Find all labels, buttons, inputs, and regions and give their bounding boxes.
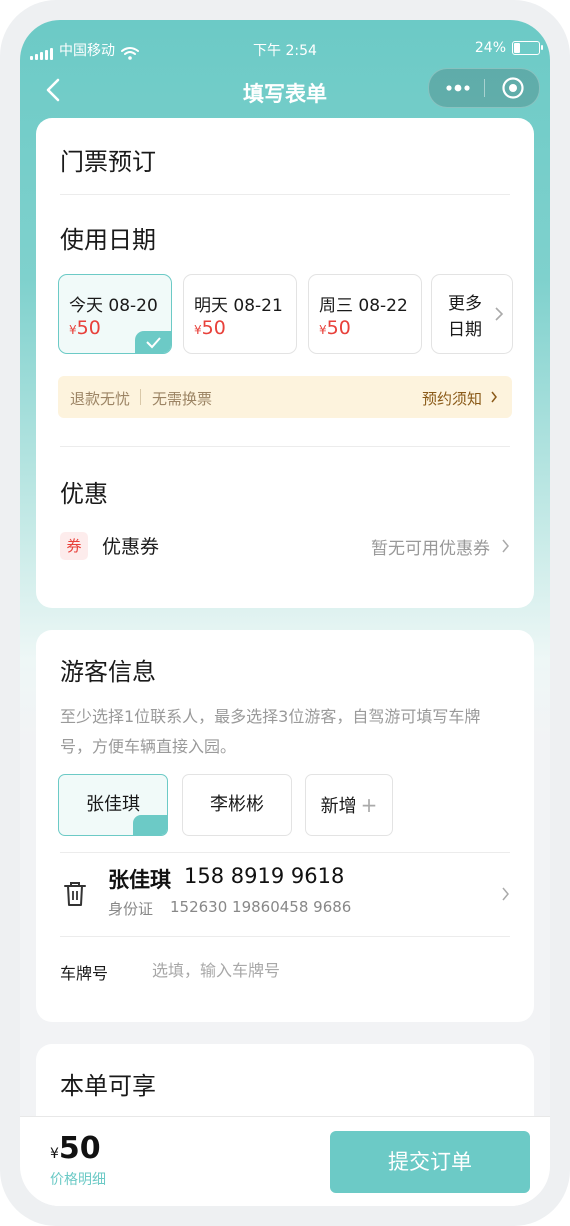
benefits-title: 本单可享 [60, 1072, 156, 1100]
trash-icon[interactable] [62, 880, 88, 908]
chevron-right-icon [495, 307, 504, 321]
checkout-bar: ¥50 价格明细 提交订单 [20, 1116, 550, 1206]
plate-input[interactable] [152, 956, 452, 984]
date-option-wednesday[interactable]: 周三 08-22 ¥50 [308, 274, 422, 354]
ticket-section-title: 门票预订 [60, 148, 156, 176]
visitor-chip-selected[interactable]: 张佳琪 [58, 774, 168, 836]
divider [60, 936, 510, 937]
more-dates-button[interactable]: 更多 日期 [431, 274, 513, 354]
more-dots-icon[interactable] [443, 78, 473, 98]
selected-corner [133, 815, 167, 835]
refund-tag: 退款无忧 [70, 390, 131, 408]
date-price: ¥50 [319, 317, 351, 339]
date-label: 明天 08-21 [194, 296, 283, 316]
date-label: 周三 08-22 [319, 296, 408, 316]
add-visitor-label: 新增 [320, 796, 357, 817]
coupon-label[interactable]: 优惠券 [102, 532, 159, 559]
visitor-hint: 至少选择1位联系人，最多选择3位游客，自驾游可填写车牌号，方便车辆直接入园。 [60, 707, 481, 756]
booking-notice-bar[interactable]: 退款无忧 无需换票 预约须知 [58, 376, 512, 418]
visitor-info-card: 游客信息 至少选择1位联系人，最多选择3位游客，自驾游可填写车牌号，方便车辆直接… [36, 630, 534, 1022]
selected-corner [135, 331, 171, 353]
nav-bar: 填写表单 [20, 68, 550, 112]
divider [60, 194, 510, 195]
discount-title: 优惠 [60, 480, 108, 508]
close-target-icon[interactable] [501, 76, 525, 100]
status-right: 24% [474, 40, 543, 56]
battery-icon [512, 41, 543, 55]
date-option-today[interactable]: 今天 08-20 ¥50 [58, 274, 172, 354]
plate-label: 车牌号 [60, 964, 109, 983]
visitor-chip[interactable]: 李彬彬 [182, 774, 292, 836]
date-price: ¥50 [194, 317, 226, 339]
date-option-tomorrow[interactable]: 明天 08-21 ¥50 [183, 274, 297, 354]
phone-frame: 中国移动 下午 2:54 24% 填写表单 门票预订 使用日期 今天 08-20… [0, 0, 570, 1226]
check-icon [133, 830, 167, 836]
notice-divider [140, 389, 141, 405]
divider [60, 446, 510, 447]
chevron-right-icon[interactable] [501, 886, 510, 902]
visitor-name: 张佳琪 [108, 868, 171, 892]
battery-percent: 24% [474, 40, 506, 56]
capsule-divider [484, 79, 485, 97]
visitor-id-number: 152630 19860458 9686 [170, 898, 352, 916]
visitor-chip-label: 张佳琪 [86, 794, 140, 815]
date-label: 今天 08-20 [69, 296, 158, 316]
visitor-chip-label: 李彬彬 [210, 794, 264, 815]
coupon-status[interactable]: 暂无可用优惠券 [371, 534, 490, 559]
screen: 中国移动 下午 2:54 24% 填写表单 门票预订 使用日期 今天 08-20… [20, 20, 550, 1206]
visitor-phone: 158 8919 9618 [184, 864, 345, 888]
visitor-section-title: 游客信息 [60, 658, 156, 686]
visitor-id-type: 身份证 [108, 900, 154, 918]
coupon-tag: 券 [60, 532, 88, 560]
chevron-right-icon [502, 539, 509, 553]
status-time: 下午 2:54 [253, 43, 317, 59]
price-detail-link[interactable]: 价格明细 [50, 1169, 106, 1189]
chevron-right-icon [491, 391, 497, 403]
submit-order-button[interactable]: 提交订单 [330, 1131, 530, 1193]
plus-icon: + [360, 793, 378, 817]
booking-notes-link[interactable]: 预约须知 [422, 388, 482, 409]
no-exchange-tag: 无需换票 [152, 390, 213, 408]
date-section-title: 使用日期 [60, 226, 156, 254]
mini-program-capsule [428, 68, 540, 108]
ticket-booking-card: 门票预订 使用日期 今天 08-20 ¥50 明天 08-21 ¥50 周三 0… [36, 118, 534, 608]
divider [60, 852, 510, 853]
total-price: ¥50 [50, 1131, 101, 1166]
more-dates-label: 更多 日期 [448, 294, 482, 340]
add-visitor-button[interactable]: 新增 + [305, 774, 393, 836]
check-icon [146, 337, 161, 349]
date-price: ¥50 [69, 317, 101, 339]
